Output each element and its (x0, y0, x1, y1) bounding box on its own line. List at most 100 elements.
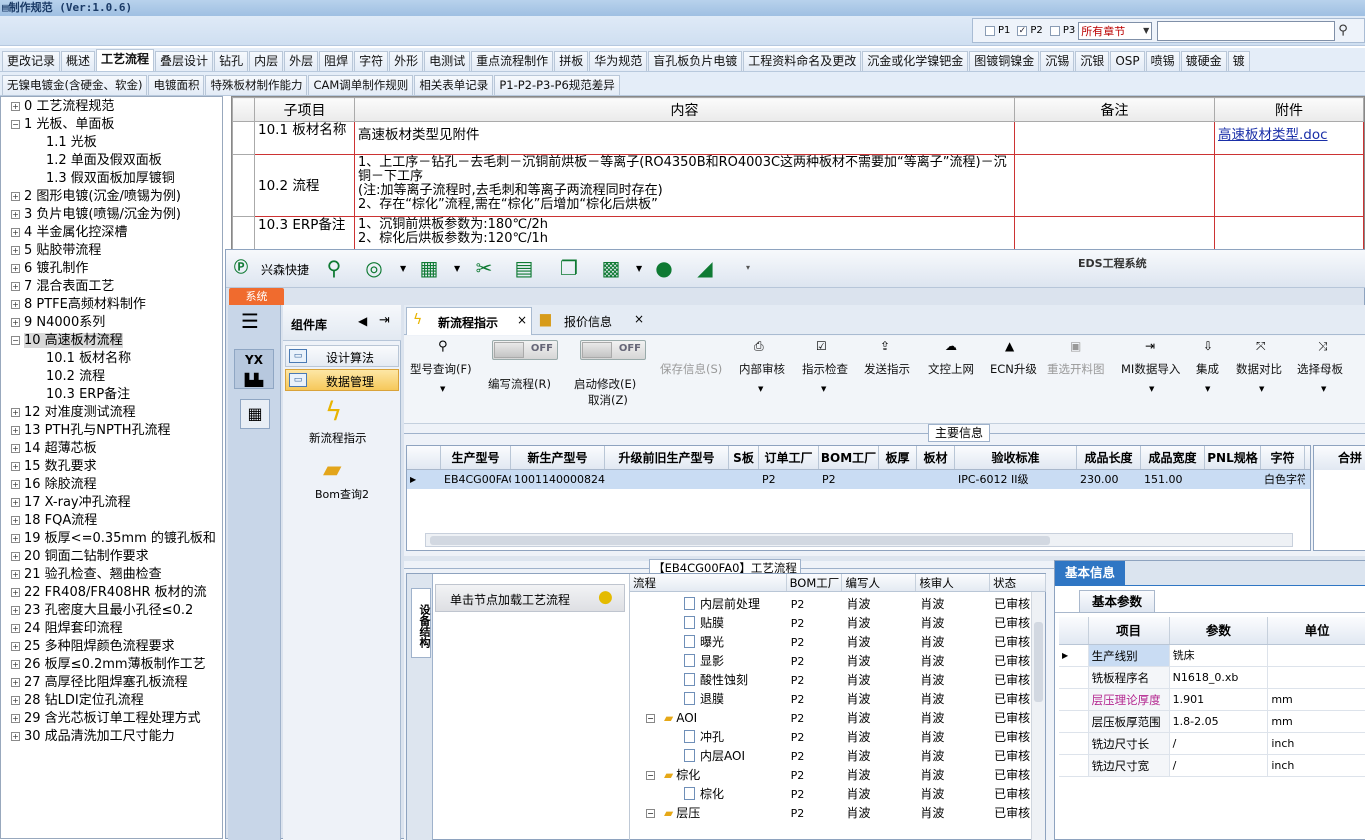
calculator-icon[interactable]: ▦ (240, 399, 270, 429)
select-mother-board-button[interactable]: 选择母板 (1297, 361, 1343, 377)
tree-node[interactable]: +23 孔密度大且最小孔径≤0.2 (1, 602, 222, 620)
internal-review-button[interactable]: 内部审核 (739, 361, 785, 377)
p1-checkbox[interactable] (985, 25, 995, 36)
expand-icon[interactable]: + (11, 192, 20, 201)
tree-node[interactable]: +20 铜面二钻制作要求 (1, 548, 222, 566)
tab-row2-4[interactable]: 相关表单记录 (414, 75, 494, 95)
tab-2[interactable]: 工艺流程 (96, 49, 155, 71)
flow-row[interactable]: 曝光 P2 肖波 肖波 已审核 (630, 633, 1046, 652)
tab-16[interactable]: 沉金或化学镍钯金 (862, 51, 969, 71)
flow-node[interactable]: 曝光 (630, 633, 787, 652)
grid-cell[interactable]: 白色字符 (1261, 470, 1305, 489)
grid-header[interactable]: 新生产型号 (511, 446, 605, 469)
expand-icon[interactable]: + (11, 480, 20, 489)
expand-icon[interactable]: + (11, 246, 20, 255)
expand-icon[interactable]: + (11, 552, 20, 561)
expand-icon[interactable]: + (11, 642, 20, 651)
save-info-button[interactable]: 保存信息(S) (660, 361, 722, 377)
chevron-down-icon[interactable]: ▼ (758, 385, 763, 393)
copy-icon[interactable]: ❐ (556, 256, 582, 280)
tab-1[interactable]: 概述 (61, 51, 96, 71)
expand-icon[interactable]: + (11, 318, 20, 327)
grid-header[interactable]: PNL规格 (1205, 446, 1261, 469)
expand-icon[interactable]: + (11, 102, 20, 111)
param-value[interactable]: / (1170, 755, 1269, 776)
tree-node[interactable]: +4 半金属化控深槽 (1, 224, 222, 242)
user-icon[interactable]: ● (651, 256, 677, 280)
param-value[interactable]: 1.901 (1170, 689, 1269, 710)
tree-node[interactable]: +19 板厚<=0.35mm 的镀孔板和 (1, 530, 222, 548)
search-icon[interactable]: ⚲ (321, 256, 347, 280)
flow-row[interactable]: 退膜 P2 肖波 肖波 已审核 (630, 690, 1046, 709)
flow-row[interactable]: 内层前处理 P2 肖波 肖波 已审核 (630, 595, 1046, 614)
tab-5[interactable]: 内层 (249, 51, 284, 71)
start-modify-toggle[interactable]: OFF (580, 340, 646, 360)
tree-node[interactable]: +5 贴胶带流程 (1, 242, 222, 260)
tree-node[interactable]: +28 钻LDI定位孔流程 (1, 692, 222, 710)
flow-row[interactable]: 棕化 P2 肖波 肖波 已审核 (630, 785, 1046, 804)
tree-node[interactable]: −10 高速板材流程 (1, 332, 222, 350)
param-row[interactable]: 层压理论厚度 1.901 mm (1059, 689, 1365, 711)
expand-icon[interactable]: + (11, 732, 20, 741)
grid-cell[interactable]: P2 (819, 470, 879, 489)
grid-header[interactable]: BOM工厂 (819, 446, 879, 469)
grid-header[interactable]: 板厚 (879, 446, 917, 469)
tab-quote[interactable]: ▆ 报价信息 × (536, 307, 652, 335)
tab-7[interactable]: 阻焊 (319, 51, 354, 71)
tab-15[interactable]: 工程资料命名及更改 (743, 51, 862, 71)
chart-icon[interactable]: ◢ (692, 256, 718, 280)
tree-node[interactable]: +22 FR408/FR408HR 板材的流 (1, 584, 222, 602)
tab-19[interactable]: 沉银 (1075, 51, 1110, 71)
chevron-down-icon[interactable]: ▼ (636, 264, 642, 273)
tree-node[interactable]: +18 FQA流程 (1, 512, 222, 530)
collapse-icon[interactable]: − (11, 120, 20, 129)
expand-icon[interactable]: + (11, 264, 20, 273)
expand-icon[interactable]: + (11, 408, 20, 417)
collapse-icon[interactable]: − (646, 714, 655, 723)
flow-row[interactable]: 显影 P2 肖波 肖波 已审核 (630, 652, 1046, 671)
tab-18[interactable]: 沉锡 (1040, 51, 1075, 71)
bom-query-shortcut[interactable]: Bom查询2 (315, 486, 369, 502)
chevron-down-icon[interactable]: ▼ (1205, 385, 1210, 393)
tab-12[interactable]: 拼板 (554, 51, 589, 71)
pin-icon[interactable]: ⇥ (379, 313, 390, 328)
tree-node[interactable]: 1.1 光板 (1, 134, 222, 152)
scrollbar-thumb[interactable] (1034, 622, 1043, 702)
expand-icon[interactable]: + (11, 570, 20, 579)
tab-4[interactable]: 钻孔 (214, 51, 249, 71)
flow-node[interactable]: 酸性蚀刻 (630, 671, 787, 690)
scissors-icon[interactable]: ✂ (471, 256, 497, 280)
tab-9[interactable]: 外形 (389, 51, 424, 71)
tab-11[interactable]: 重点流程制作 (471, 51, 554, 71)
tree-node[interactable]: 10.1 板材名称 (1, 350, 222, 368)
tree-node[interactable]: 10.3 ERP备注 (1, 386, 222, 404)
collapse-icon[interactable]: − (646, 809, 655, 818)
flow-row[interactable]: − ▰ 棕化 P2 肖波 肖波 已审核 (630, 766, 1046, 785)
horizontal-scrollbar[interactable] (425, 533, 1293, 547)
flow-row[interactable]: − ▰ 层压 P2 肖波 肖波 已审核 (630, 804, 1046, 823)
param-row[interactable]: 铣板程序名 N1618_0.xb (1059, 667, 1365, 689)
tree-node[interactable]: +26 板厚≤0.2mm薄板制作工艺 (1, 656, 222, 674)
ecn-upgrade-button[interactable]: ECN升级 (990, 361, 1037, 377)
expand-icon[interactable]: + (11, 426, 20, 435)
doc-control-online-button[interactable]: 文控上网 (928, 361, 974, 377)
tab-row2-2[interactable]: 特殊板材制作能力 (205, 75, 308, 95)
expand-icon[interactable]: + (11, 624, 20, 633)
tree-node[interactable]: +12 对准度测试流程 (1, 404, 222, 422)
flow-node[interactable]: 内层AOI (630, 747, 787, 766)
tab-13[interactable]: 华为规范 (589, 51, 648, 71)
tree-node[interactable]: +27 高厚径比阻焊塞孔板流程 (1, 674, 222, 692)
grid-cell[interactable] (879, 470, 917, 489)
chevron-down-icon[interactable]: ▼ (400, 264, 406, 273)
flow-row[interactable]: 冲孔 P2 肖波 肖波 已审核 (630, 728, 1046, 747)
expand-icon[interactable]: + (11, 498, 20, 507)
grid-cell[interactable] (917, 470, 955, 489)
tree-node[interactable]: +8 PTFE高频材料制作 (1, 296, 222, 314)
flow-node[interactable]: − ▰ 层压 (630, 804, 787, 823)
expand-icon[interactable]: + (11, 462, 20, 471)
film-icon[interactable]: ▤ (511, 256, 537, 280)
integrate-button[interactable]: 集成 (1196, 361, 1219, 377)
tab-row2-0[interactable]: 无镍电镀金(含硬金、软金) (2, 75, 148, 95)
expand-icon[interactable]: + (11, 588, 20, 597)
tree-node[interactable]: +25 多种阻焊颜色流程要求 (1, 638, 222, 656)
